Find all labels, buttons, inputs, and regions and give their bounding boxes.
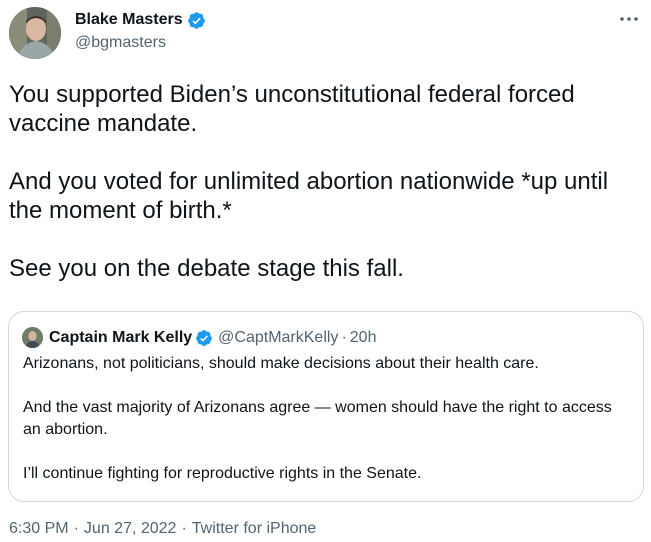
quoted-timestamp[interactable]: 20h [350, 329, 377, 347]
quoted-separator: · [341, 328, 347, 346]
meta-separator: · [181, 520, 187, 537]
tweet-source[interactable]: Twitter for iPhone [192, 520, 317, 537]
tweet-paragraph: See you on the debate stage this fall. [9, 255, 404, 282]
tweet-date[interactable]: Jun 27, 2022 [84, 520, 177, 537]
verified-badge-icon [196, 329, 213, 346]
quoted-tweet-text: Arizonans, not politicians, should make … [23, 353, 633, 485]
quoted-tweet-card[interactable]: Captain Mark Kelly @CaptMarkKelly · 20h … [8, 311, 644, 502]
author-name-row[interactable]: Blake Masters [75, 10, 206, 30]
more-options-icon [620, 17, 638, 21]
author-handle[interactable]: @bgmasters [75, 33, 166, 53]
quoted-paragraph: And the vast majority of Arizonans agree… [23, 399, 612, 438]
tweet-text: You supported Biden’s unconstitutional f… [9, 80, 641, 283]
quoted-tweet-header: Captain Mark Kelly @CaptMarkKelly · 20h [22, 327, 376, 348]
meta-separator: · [73, 520, 79, 537]
quoted-author-avatar [22, 327, 43, 348]
tweet-paragraph: And you voted for unlimited abortion nat… [9, 168, 609, 224]
tweet-time[interactable]: 6:30 PM [9, 520, 69, 537]
tweet-meta: 6:30 PM · Jun 27, 2022 · Twitter for iPhone [9, 520, 316, 538]
tweet-paragraph: You supported Biden’s unconstitutional f… [9, 81, 575, 137]
quoted-paragraph: Arizonans, not politicians, should make … [23, 355, 539, 372]
author-avatar[interactable] [9, 7, 61, 59]
verified-badge-icon [187, 11, 205, 29]
more-options-button[interactable] [615, 6, 643, 32]
quoted-author-handle: @CaptMarkKelly [218, 328, 339, 346]
quoted-author-name: Captain Mark Kelly [49, 328, 193, 346]
quoted-paragraph: I’ll continue fighting for reproductive … [23, 465, 422, 482]
author-name[interactable]: Blake Masters [75, 10, 183, 30]
